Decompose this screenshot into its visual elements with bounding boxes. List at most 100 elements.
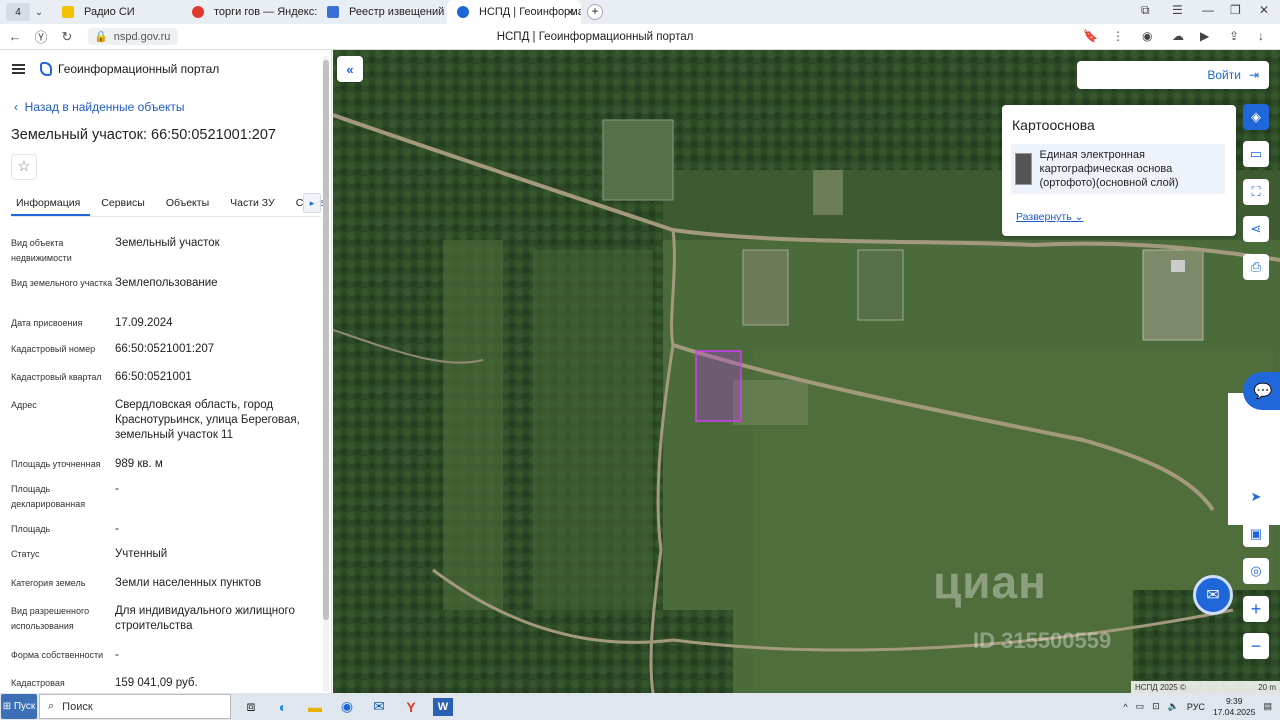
minimap-button[interactable]: ▣ bbox=[1243, 521, 1269, 547]
field-key: Площадь уточненная bbox=[11, 459, 101, 469]
parcel-highlight[interactable] bbox=[695, 350, 742, 422]
new-tab-icon[interactable]: + bbox=[587, 4, 603, 20]
shared-icon[interactable]: ⇪ bbox=[1229, 29, 1239, 43]
reload-icon[interactable]: ↻ bbox=[54, 29, 80, 45]
battery-icon[interactable]: ▭ bbox=[1136, 701, 1145, 712]
cloud-icon[interactable]: ☁ bbox=[1172, 29, 1184, 43]
taskbar-search[interactable]: ⌕ Поиск bbox=[39, 694, 231, 719]
field-key: Статус bbox=[11, 549, 40, 559]
expand-label: Развернуть bbox=[1016, 211, 1072, 223]
windows-icon: ⊞ bbox=[2, 701, 12, 712]
system-tray: ^ ▭ ⊡ 🔈 РУС 9:39 17.04.2025 ▤ bbox=[1123, 693, 1280, 720]
tab-radio[interactable]: Радио СИ bbox=[52, 0, 182, 24]
network-icon[interactable]: ⊡ bbox=[1152, 701, 1160, 712]
tab-label: Реестр извещений bbox=[349, 6, 445, 18]
notifications-icon[interactable]: ▤ bbox=[1263, 701, 1272, 712]
field-key: Кадастровый квартал bbox=[11, 372, 102, 382]
share-icon: ⋖ bbox=[1250, 221, 1262, 236]
locate-button[interactable]: ➤ bbox=[1243, 484, 1269, 510]
collapse-panel-button[interactable]: « bbox=[337, 56, 363, 82]
field-row: Дата присвоения 17.09.2024 bbox=[11, 316, 321, 331]
cian-watermark: циан bbox=[933, 556, 1047, 608]
start-button[interactable]: ⊞ Пуск bbox=[1, 694, 37, 719]
file-explorer-icon[interactable]: ▬ bbox=[299, 694, 331, 719]
hamburger-menu-icon[interactable] bbox=[12, 64, 25, 74]
nspd-favicon-icon bbox=[457, 6, 469, 18]
scrollbar-thumb[interactable] bbox=[323, 60, 329, 620]
field-value: Для индивидуального жилищного строительс… bbox=[115, 605, 295, 632]
radio-favicon-icon bbox=[62, 6, 74, 18]
tab-nspd[interactable]: НСПД | Геоинформацион ✕ bbox=[447, 0, 581, 24]
print-button[interactable]: ⎙ bbox=[1243, 254, 1269, 280]
field-row: Площадь декларированная - bbox=[11, 482, 321, 512]
edge-icon[interactable]: ◐ bbox=[267, 694, 299, 719]
object-title: Земельный участок: 66:50:0521001:207 bbox=[11, 127, 276, 143]
tab-registry[interactable]: Реестр извещений bbox=[317, 0, 447, 24]
start-label: Пуск bbox=[13, 701, 36, 712]
browser-app-icon[interactable]: ◉ bbox=[331, 694, 363, 719]
task-view-icon[interactable]: ⧈ bbox=[235, 694, 267, 719]
tab-count[interactable]: 4 bbox=[6, 3, 30, 21]
help-button[interactable]: 💬 bbox=[1243, 372, 1280, 410]
yandex-icon[interactable]: Ⓨ bbox=[28, 27, 54, 46]
menu-icon[interactable]: ☰ bbox=[1172, 3, 1183, 17]
url-field[interactable]: 🔒 nspd.gov.ru bbox=[88, 28, 179, 45]
chevron-left-icon: ‹ bbox=[14, 100, 25, 114]
favorite-star-icon[interactable]: ☆ bbox=[11, 154, 37, 180]
nspd-logo-icon bbox=[40, 62, 52, 76]
portal-logo[interactable]: Геоинформационный портал bbox=[40, 62, 219, 76]
clock[interactable]: 9:39 17.04.2025 bbox=[1213, 696, 1256, 718]
layers-button[interactable]: ◈ bbox=[1243, 104, 1269, 130]
collections-icon[interactable]: ⧉ bbox=[1141, 3, 1150, 18]
extension-icon[interactable]: ◉ bbox=[1142, 29, 1152, 43]
basemap-layer-name: Единая электронная картографическая осно… bbox=[1039, 149, 1179, 189]
field-row: Площадь - bbox=[11, 522, 321, 537]
field-value: Земли населенных пунктов bbox=[115, 577, 262, 589]
basemap-layer-item[interactable]: Единая электронная картографическая осно… bbox=[1011, 144, 1225, 194]
login-button[interactable]: Войти ⇥ bbox=[1077, 61, 1269, 89]
plus-icon: + bbox=[1250, 598, 1262, 619]
tab-list-chevron-icon[interactable]: ⌄ bbox=[30, 7, 48, 18]
address-bar: ← Ⓨ ↻ 🔒 nspd.gov.ru НСПД | Геоинформацион… bbox=[0, 24, 1280, 50]
tab-information[interactable]: Информация bbox=[11, 191, 91, 216]
sidebar-scrollbar[interactable] bbox=[323, 56, 329, 692]
expand-link[interactable]: Развернуть ⌄ bbox=[1016, 211, 1083, 223]
tabs-scroll-right-icon[interactable]: ▸ bbox=[303, 193, 321, 213]
media-icon[interactable]: ▶ bbox=[1200, 29, 1209, 43]
yandex-browser-icon[interactable]: Y bbox=[395, 694, 427, 719]
ruler-button[interactable]: ▭ bbox=[1243, 141, 1269, 167]
share-button[interactable]: ⋖ bbox=[1243, 216, 1269, 242]
chat-button[interactable]: ✉ bbox=[1193, 575, 1233, 615]
chat-bubble-icon: 💬 bbox=[1253, 383, 1273, 400]
url-text: nspd.gov.ru bbox=[113, 30, 171, 43]
outlook-icon[interactable]: ✉ bbox=[363, 694, 395, 719]
yandex-favicon-icon bbox=[192, 6, 204, 18]
restore-icon[interactable]: ❐ bbox=[1230, 3, 1241, 17]
close-window-icon[interactable]: ✕ bbox=[1259, 3, 1269, 17]
minimize-icon[interactable]: — bbox=[1202, 3, 1214, 17]
select-area-icon: ⛶ bbox=[1251, 184, 1261, 199]
download-icon[interactable]: ↓ bbox=[1258, 29, 1264, 43]
tab-parts[interactable]: Части ЗУ bbox=[225, 191, 285, 216]
tab-services[interactable]: Сервисы bbox=[96, 191, 155, 216]
close-tab-icon[interactable]: ✕ bbox=[566, 6, 575, 19]
geolocation-button[interactable]: ◎ bbox=[1243, 558, 1269, 584]
back-to-results-link[interactable]: ‹ Назад в найденные объекты bbox=[14, 100, 185, 114]
field-row: Вид земельного участка Землепользование bbox=[11, 276, 321, 291]
back-arrow-icon[interactable]: ← bbox=[2, 29, 28, 44]
bookmark-icon[interactable]: 🔖 bbox=[1083, 29, 1098, 43]
field-row: Статус Учтенный bbox=[11, 547, 321, 562]
tab-objects[interactable]: Объекты bbox=[161, 191, 219, 216]
zoom-out-button[interactable]: − bbox=[1243, 633, 1269, 659]
cian-watermark-id: ID 315500559 bbox=[973, 628, 1112, 653]
volume-icon[interactable]: 🔈 bbox=[1168, 701, 1179, 712]
zoom-in-button[interactable]: + bbox=[1243, 596, 1269, 622]
tab-yandex[interactable]: торги гов — Яндекс: нашл bbox=[182, 0, 317, 24]
word-icon[interactable]: W bbox=[433, 697, 453, 716]
tray-chevron-icon[interactable]: ^ bbox=[1123, 702, 1127, 712]
map-view[interactable]: циан ID 315500559 « Войти ⇥ Картооснова Е… bbox=[333, 50, 1280, 693]
more-options-icon[interactable]: ⋮ bbox=[1112, 29, 1124, 43]
select-area-button[interactable]: ⛶ bbox=[1243, 179, 1269, 205]
orthophoto-thumbnail bbox=[1015, 153, 1032, 185]
language-indicator[interactable]: РУС bbox=[1187, 702, 1205, 712]
